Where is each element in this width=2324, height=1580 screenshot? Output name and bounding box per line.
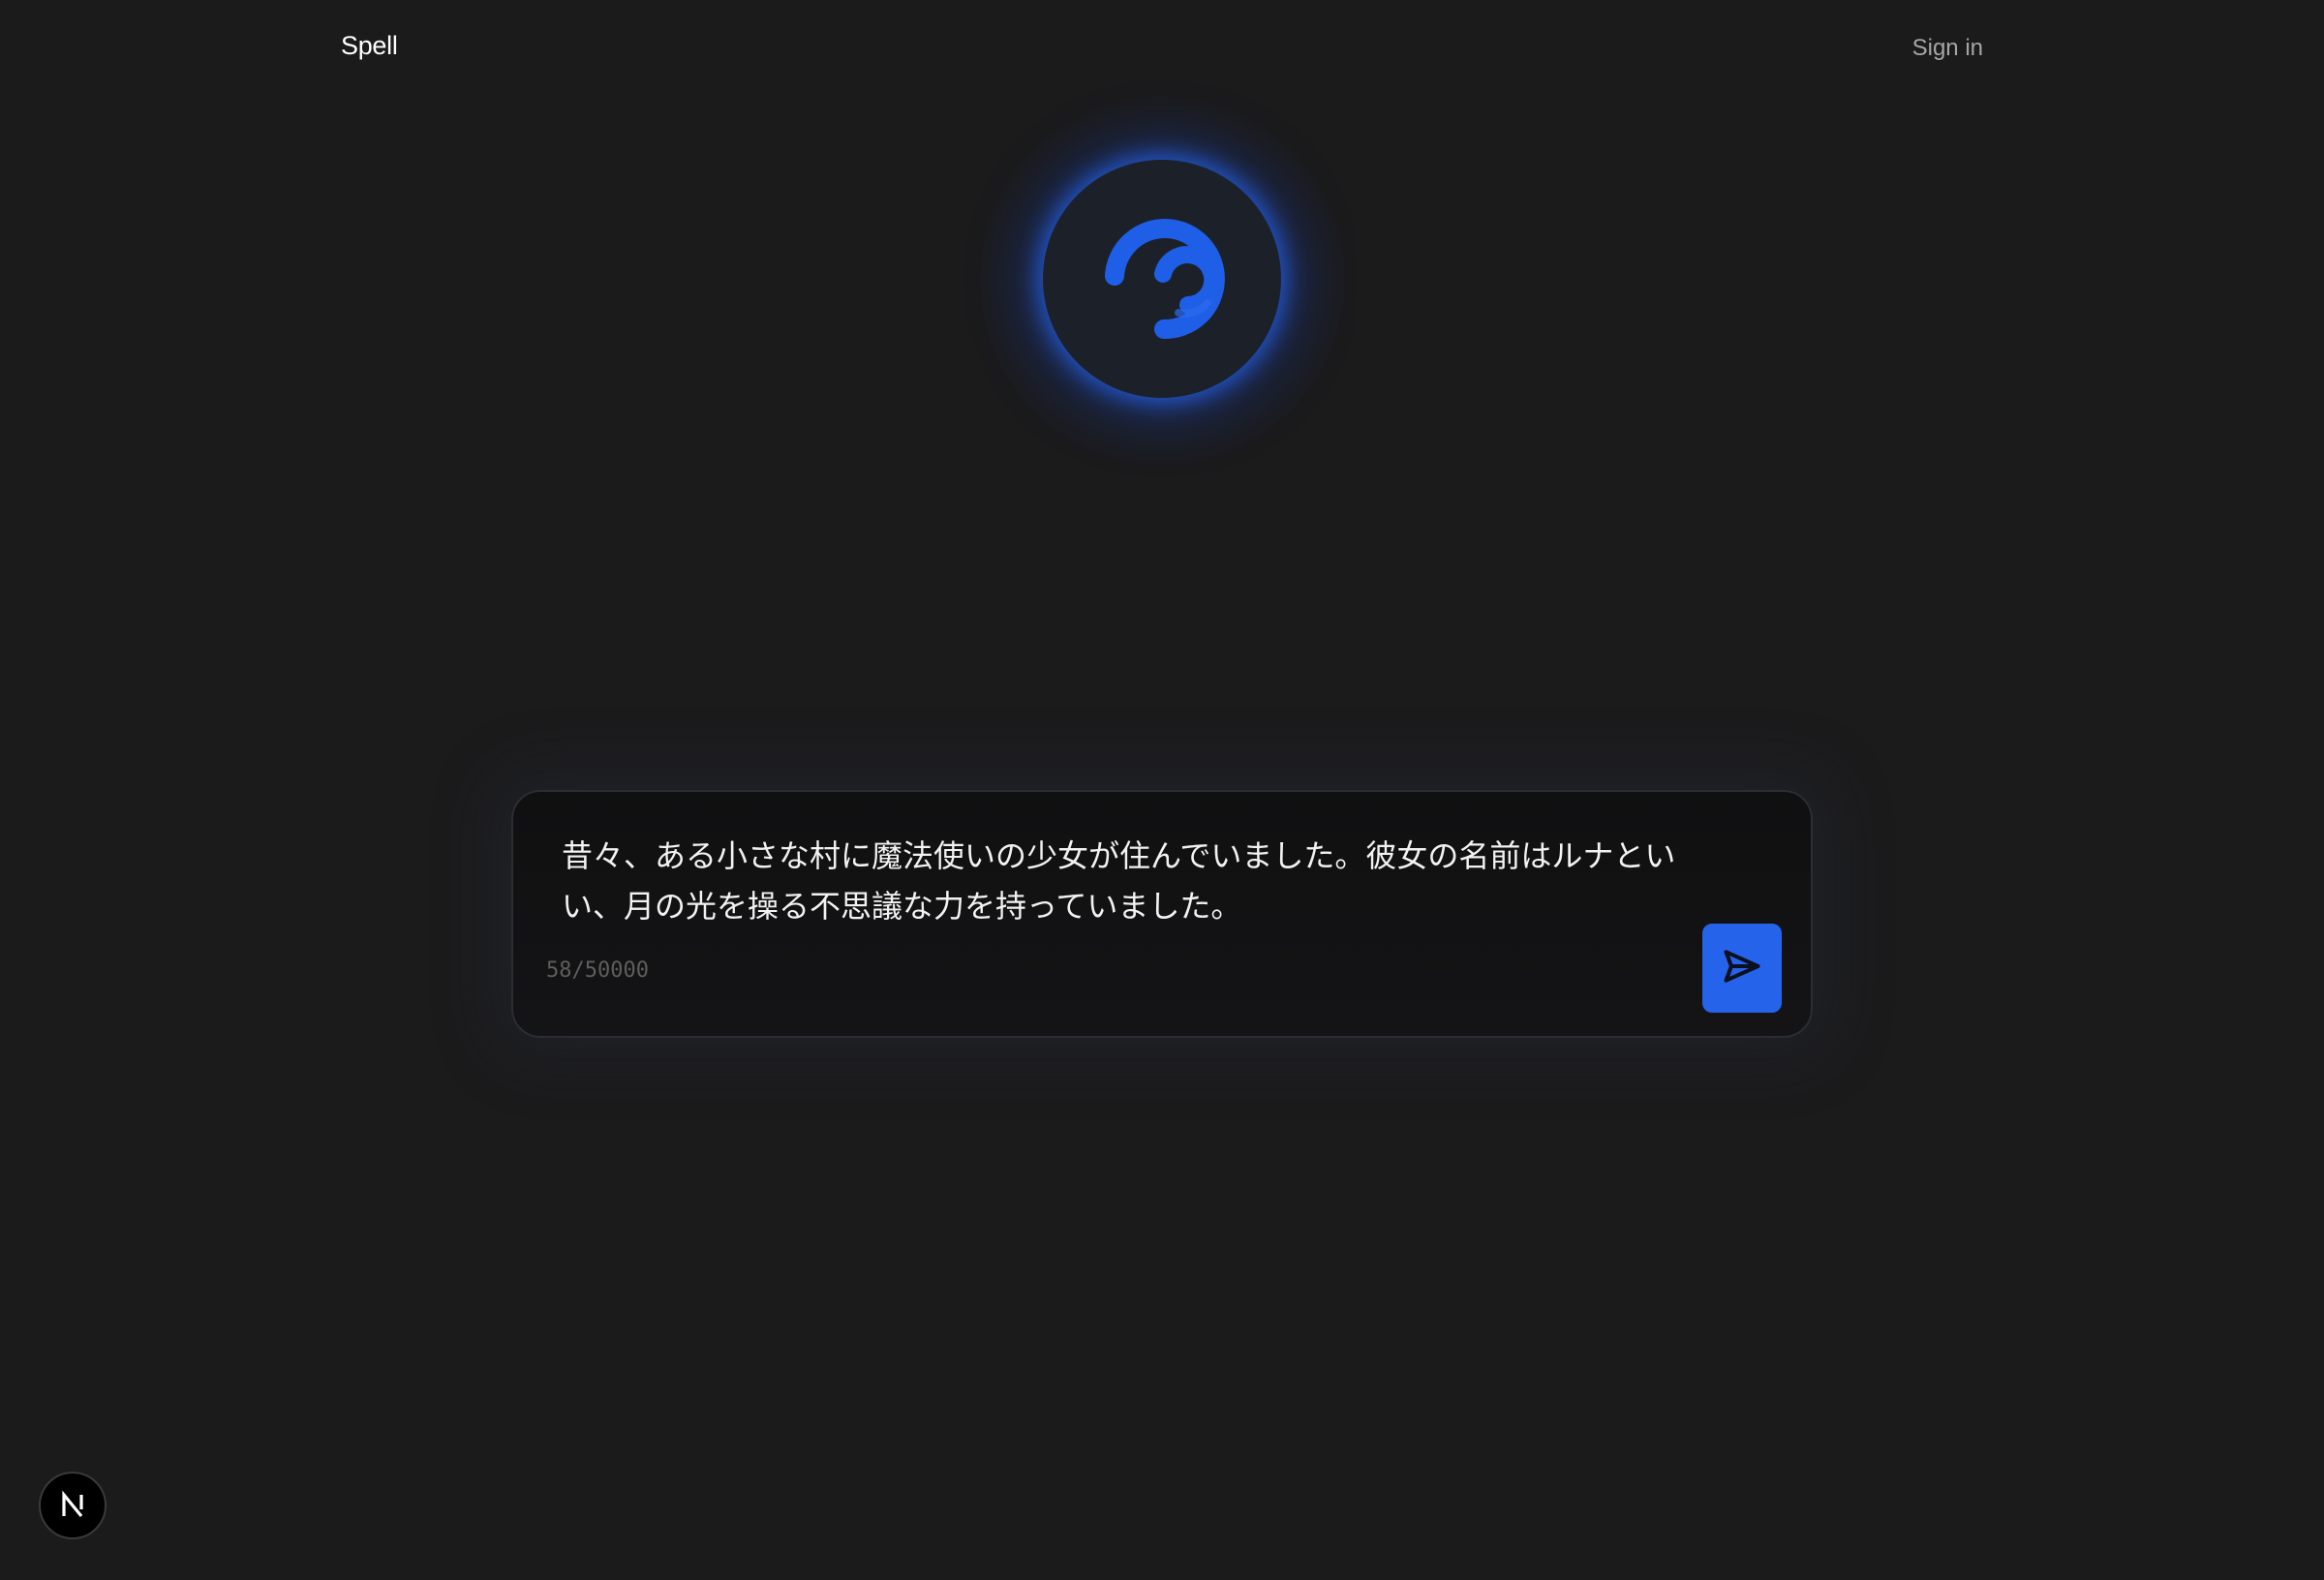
send-button[interactable]	[1702, 924, 1782, 1013]
voice-orb	[1043, 160, 1281, 398]
sign-in-link[interactable]: Sign in	[1912, 35, 1983, 62]
nextjs-badge[interactable]	[39, 1472, 107, 1539]
character-counter: 58/50000	[546, 958, 649, 983]
message-composer: 昔々、ある小さな村に魔法使いの少女が住んでいました。彼女の名前はルナといい、月の…	[511, 790, 1813, 1038]
nextjs-logo-icon	[62, 1490, 83, 1518]
spiral-loading-icon	[1105, 219, 1225, 340]
brand-logo-text[interactable]: Spell	[341, 31, 398, 61]
page: Spell Sign in 昔々、ある小さな村に魔法使いの少女が住んでいました。…	[0, 0, 2324, 1580]
send-icon	[1724, 950, 1760, 983]
message-input[interactable]: 昔々、ある小さな村に魔法使いの少女が住んでいました。彼女の名前はルナといい、月の…	[562, 831, 1685, 931]
